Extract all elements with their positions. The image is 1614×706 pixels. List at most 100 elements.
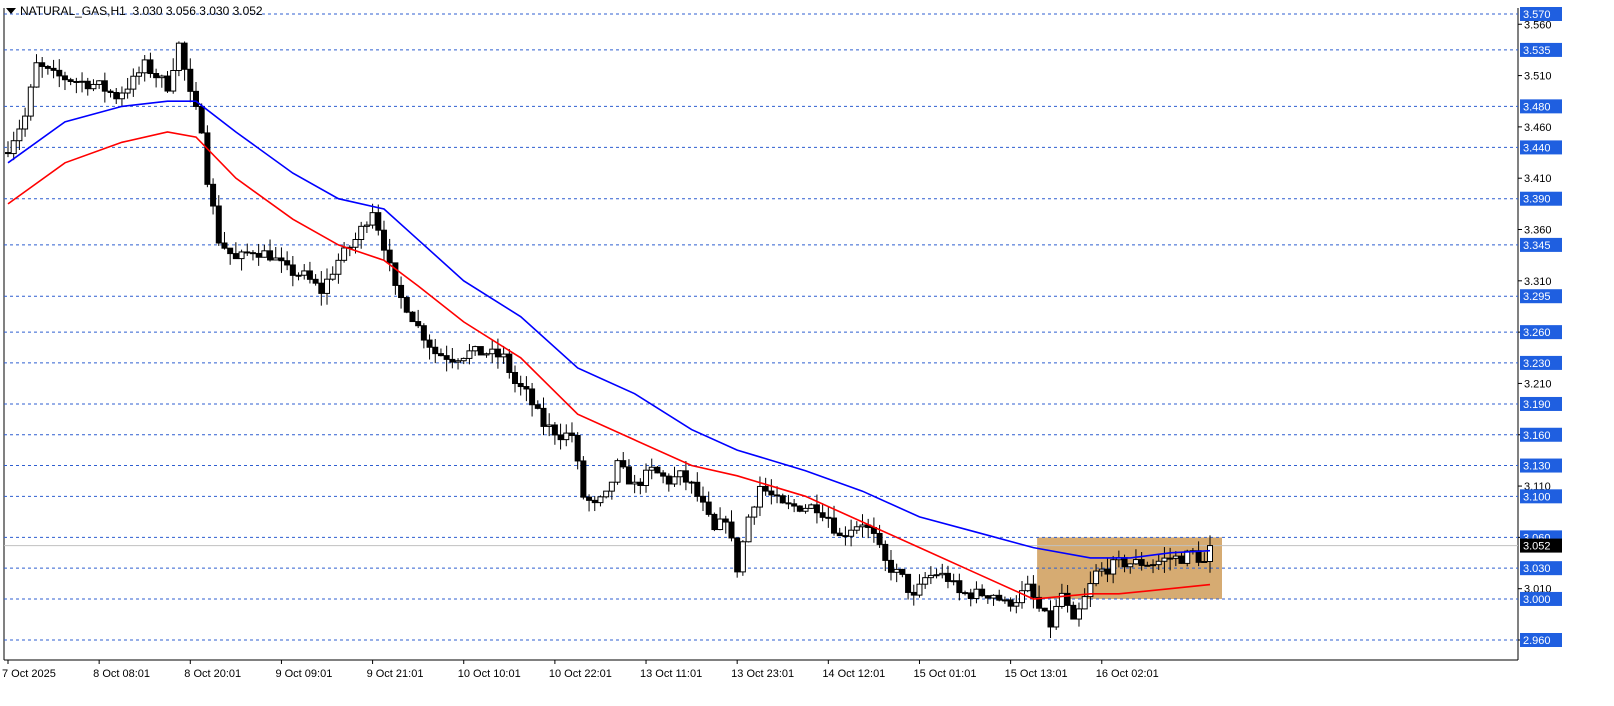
level-price-label: 3.100 [1523, 491, 1551, 503]
candle-body [512, 371, 519, 385]
level-price-label: 3.260 [1523, 327, 1551, 339]
candle-body [762, 485, 769, 492]
candle-body [1041, 607, 1048, 612]
candle-body [699, 495, 706, 503]
candle-body [614, 460, 621, 483]
candle-body [813, 504, 820, 514]
candle-body [603, 490, 610, 498]
candle-body [1172, 555, 1179, 559]
candle-body [705, 501, 712, 515]
candle-body [1201, 560, 1208, 563]
candle-body [363, 224, 370, 227]
candle-body [50, 67, 57, 71]
candle-body [460, 357, 467, 362]
candle-body [455, 360, 462, 363]
candle-body [848, 529, 855, 537]
candle-body [996, 594, 1003, 601]
candle-body [210, 183, 217, 207]
candle-body [580, 460, 587, 498]
candle-body [415, 321, 422, 327]
candle-body [130, 75, 137, 90]
candle-body [1184, 550, 1191, 564]
candle-body [398, 284, 405, 299]
candle-body [779, 495, 786, 504]
candle-body [44, 65, 51, 69]
candle-body [420, 325, 427, 341]
candle-body [113, 91, 120, 100]
candle-body [688, 481, 695, 484]
candle-body [546, 424, 553, 427]
candle-body [1024, 583, 1031, 592]
level-price-label: 3.570 [1523, 9, 1551, 21]
candle-body [22, 115, 29, 130]
candle-body [517, 383, 524, 388]
candle-body [677, 470, 684, 478]
candle-body [124, 88, 131, 94]
candle-body [796, 505, 803, 512]
candle-body [1013, 602, 1020, 607]
candle-body [842, 535, 849, 538]
candle-body [96, 80, 103, 85]
candle-body [540, 407, 547, 427]
candle-body [426, 339, 433, 348]
y-tick-label: 3.310 [1524, 276, 1552, 288]
candle-body [238, 251, 245, 260]
candle-body [939, 572, 946, 576]
candle-body [33, 62, 40, 88]
candle-body [1127, 563, 1134, 568]
candle-body [318, 282, 325, 294]
candle-body [1007, 599, 1014, 607]
candle-body [1195, 550, 1202, 563]
level-price-label: 3.440 [1523, 142, 1551, 154]
candle-body [221, 242, 228, 249]
candle-body [392, 262, 399, 286]
candle-body [717, 518, 724, 531]
candle-body [61, 75, 68, 81]
candle-body [107, 90, 114, 93]
candle-body [1001, 599, 1008, 602]
chart-header: NATURAL_GAS,H1 3.030 3.056 3.030 3.052 [6, 4, 263, 18]
candle-body [739, 541, 746, 573]
candle-body [289, 264, 296, 276]
level-price-label: 3.230 [1523, 358, 1551, 370]
candle-body [1053, 605, 1060, 628]
candle-body [1178, 555, 1185, 564]
candle-body [358, 225, 365, 241]
candle-body [192, 90, 199, 107]
candle-body [643, 469, 650, 487]
candle-body [893, 568, 900, 573]
dropdown-arrow-icon[interactable] [6, 8, 16, 14]
y-tick-label: 3.510 [1524, 71, 1552, 83]
x-tick-label: 8 Oct 20:01 [184, 668, 241, 680]
candle-body [967, 592, 974, 600]
candle-body [90, 83, 97, 90]
candle-body [648, 466, 655, 471]
y-tick-label: 3.210 [1524, 378, 1552, 390]
candle-body [859, 524, 866, 528]
candle-body [620, 460, 627, 468]
candle-body [922, 577, 929, 585]
candle-body [591, 499, 598, 504]
candle-body [523, 386, 530, 390]
candle-body [341, 247, 348, 261]
candle-body [153, 73, 160, 79]
candle-body [56, 69, 63, 77]
candle-body [494, 348, 501, 358]
candle-body [586, 496, 593, 501]
candle-body [483, 353, 490, 356]
x-tick-label: 9 Oct 21:01 [367, 668, 424, 680]
candle-body [608, 481, 615, 492]
candle-body [734, 537, 741, 573]
x-tick-label: 13 Oct 11:01 [640, 668, 702, 680]
candle-body [574, 434, 581, 462]
candle-body [745, 516, 752, 543]
candle-body [984, 595, 991, 599]
level-price-label: 3.295 [1523, 291, 1551, 303]
candle-body [665, 475, 672, 485]
candle-body [1047, 610, 1054, 628]
candle-body [158, 75, 165, 79]
candle-body [1161, 557, 1168, 562]
candle-body [10, 140, 17, 155]
candle-body [819, 512, 826, 518]
candle-body [170, 70, 177, 92]
